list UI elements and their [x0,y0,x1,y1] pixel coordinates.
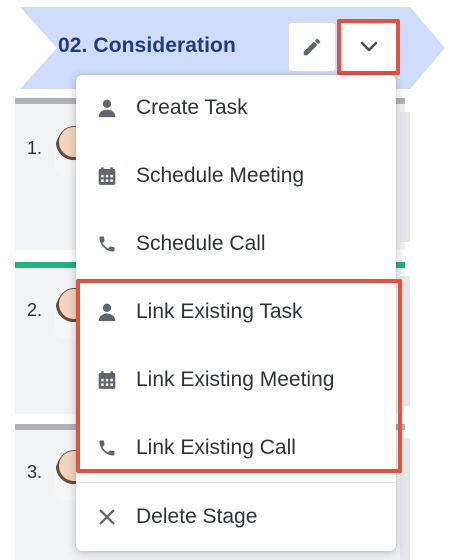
person-icon [96,97,118,119]
menu-item-link-existing-call[interactable]: Link Existing Call [76,420,396,476]
stage-actions-dropdown-button[interactable] [337,19,400,75]
menu-item-link-existing-meeting[interactable]: Link Existing Meeting [76,352,396,408]
stage-board: 02. Consideration 1. 2. 3. Create Task S… [0,0,450,560]
menu-item-label: Link Existing Call [136,436,296,459]
menu-item-link-existing-task[interactable]: Link Existing Task [76,284,396,340]
menu-divider [76,482,396,483]
phone-icon [96,233,118,255]
close-icon [96,506,118,528]
stage-title: 02. Consideration [58,34,236,57]
pencil-icon [303,38,321,56]
card-edge [400,438,410,560]
calendar-icon [96,165,118,187]
menu-item-label: Link Existing Task [136,300,303,323]
menu-item-label: Schedule Call [136,232,266,255]
card-edge [400,112,410,242]
menu-item-label: Schedule Meeting [136,164,305,187]
card-number: 2. [27,300,43,320]
phone-icon [96,437,118,459]
menu-item-schedule-call[interactable]: Schedule Call [76,216,396,272]
stage-actions-menu: Create Task Schedule Meeting Schedule Ca… [76,75,396,551]
card-number: 3. [27,462,43,482]
menu-item-label: Create Task [136,96,248,119]
card-number: 1. [27,138,43,158]
chevron-down-icon [360,41,377,52]
menu-item-label: Link Existing Meeting [136,368,335,391]
menu-item-schedule-meeting[interactable]: Schedule Meeting [76,148,396,204]
menu-item-delete-stage[interactable]: Delete Stage [76,489,396,545]
person-icon [96,301,118,323]
menu-item-label: Delete Stage [136,505,258,528]
menu-item-create-task[interactable]: Create Task [76,80,396,136]
edit-stage-button[interactable] [288,22,336,72]
card-edge [400,276,410,406]
calendar-icon [96,369,118,391]
